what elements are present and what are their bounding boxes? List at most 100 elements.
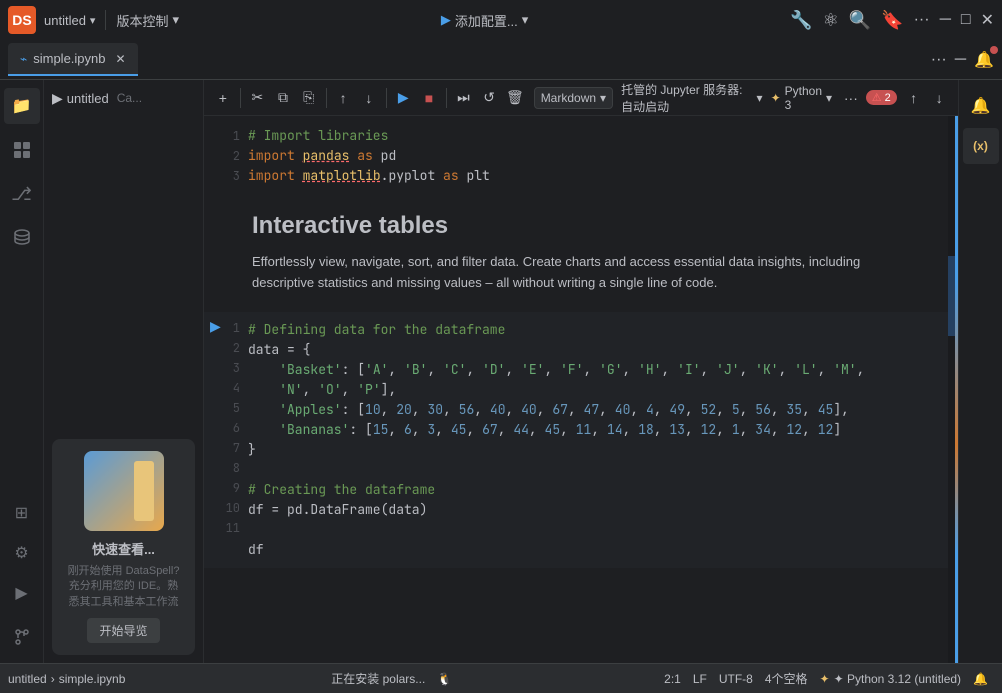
add-cell-button[interactable]: + — [212, 84, 234, 112]
code-line: df — [248, 540, 958, 560]
actbar-terminal-icon[interactable]: ▶ — [4, 575, 40, 611]
move-cell-down-button[interactable]: ↓ — [358, 84, 380, 112]
run-cell-button[interactable]: ▶ — [392, 84, 414, 112]
copy-cell-button[interactable]: ⧉ — [272, 84, 294, 112]
promo-button[interactable]: 开始导览 — [87, 618, 159, 643]
statusbar-installing[interactable]: 正在安装 polars... — [325, 670, 431, 687]
breadcrumb-sep: › — [51, 672, 55, 686]
python-kernel-select[interactable]: ✦ Python 3 ▾ — [771, 84, 832, 112]
cell-type-arrow: ▾ — [600, 91, 606, 105]
close-button[interactable]: ✕ — [981, 10, 994, 30]
statusbar-installing-text: 正在安装 polars... — [331, 670, 425, 687]
move-cell-up-button[interactable]: ↑ — [332, 84, 354, 112]
paste-cell-button[interactable]: ⎘ — [298, 84, 320, 112]
tab-bell-icon[interactable]: 🔔 — [974, 50, 994, 70]
statusbar-breadcrumb[interactable]: untitled › simple.ipynb — [8, 672, 125, 686]
tab-more-icon[interactable]: ··· — [931, 51, 947, 69]
md-paragraph: Effortlessly view, navigate, sort, and f… — [252, 252, 910, 294]
promo-title: 快速查看... — [92, 539, 155, 558]
interrupt-button[interactable]: ■ — [418, 84, 440, 112]
nav-down-button[interactable]: ↓ — [928, 84, 950, 112]
code-keyword: import — [248, 167, 295, 184]
minimap-area — [948, 116, 958, 663]
bookmark-icon[interactable]: 🔖 — [881, 10, 903, 31]
cell-2-gutter: ▶ 1 2 3 4 5 6 7 8 9 10 11 — [206, 316, 248, 564]
code-module: pandas — [303, 147, 350, 164]
actbar-extensions-icon[interactable]: ⊞ — [4, 495, 40, 531]
sidebar-tree — [44, 116, 203, 124]
statusbar-indent[interactable]: 4个空格 — [759, 670, 814, 687]
tab-collapse-icon[interactable]: ─ — [955, 51, 966, 69]
nav-up-button[interactable]: ↑ — [903, 84, 925, 112]
version-control-btn[interactable]: 版本控制 ▾ — [116, 11, 179, 30]
add-config-btn[interactable]: ▶ 添加配置... ▾ — [441, 11, 528, 30]
more-icon[interactable]: ··· — [914, 11, 930, 29]
sidebar-file-tab[interactable]: Ca... — [117, 91, 142, 105]
notebook-content[interactable]: 1 2 3 # Import libraries import pandas a… — [204, 116, 958, 663]
code-cell-2: ▶ 1 2 3 4 5 6 7 8 9 10 11 — [204, 312, 958, 568]
toolbar-sep-3 — [386, 88, 387, 108]
actbar-db-icon[interactable] — [4, 220, 40, 256]
cell-1-gutter: 1 2 3 — [206, 122, 248, 190]
actbar-settings-icon[interactable]: ⚙ — [4, 535, 40, 571]
actbar-project-icon[interactable]: 📁 — [4, 88, 40, 124]
tab-close-icon[interactable]: ✕ — [116, 52, 126, 66]
line-num: 5 — [233, 398, 240, 418]
tab-simple-ipynb[interactable]: ⌁ simple.ipynb ✕ — [8, 43, 138, 76]
jupyter-server-select[interactable]: 托管的 Jupyter 服务器: 自动启动 ▾ — [621, 81, 763, 115]
error-badge[interactable]: ⚠ 2 — [866, 90, 897, 105]
python-label: Python 3 — [785, 84, 822, 112]
code-keyword: as — [357, 147, 373, 164]
statusbar-python[interactable]: ✦ ✦ Python 3.12 (untitled) — [814, 672, 968, 686]
cut-cell-button[interactable]: ✂ — [246, 84, 268, 112]
titlebar-center: ▶ 添加配置... ▾ — [183, 11, 786, 30]
toolbar-sep-2 — [326, 88, 327, 108]
indent-label: 4个空格 — [765, 670, 808, 687]
statusbar-project: untitled — [8, 672, 47, 686]
cell-type-select[interactable]: Markdown ▾ — [534, 87, 613, 109]
run-all-button[interactable]: ⏭ — [453, 84, 475, 112]
statusbar-penguin[interactable]: 🐧 — [431, 672, 458, 686]
project-title-section[interactable]: untitled ▾ — [44, 13, 95, 28]
search-icon[interactable]: 🔍 — [849, 10, 871, 31]
statusbar-cursor[interactable]: 2:1 — [658, 672, 687, 686]
toolbar-sep-4 — [446, 88, 447, 108]
python-arrow: ▾ — [826, 91, 832, 105]
toolbar-icon-2[interactable]: ⚛ — [823, 10, 839, 31]
rp-notifications-icon[interactable]: 🔔 — [963, 88, 999, 124]
statusbar-line-ending[interactable]: LF — [687, 672, 713, 686]
code-string: 'Bananas' — [279, 421, 349, 438]
minimap-viewport — [948, 256, 955, 336]
toolbar-icon-1[interactable]: 🔧 — [790, 10, 812, 31]
run-indicator[interactable]: ▶ — [210, 318, 221, 335]
code-line — [248, 460, 958, 480]
maximize-button[interactable]: □ — [961, 11, 971, 29]
clear-output-button[interactable]: 🗑 — [504, 84, 526, 112]
project-dropdown-icon[interactable]: ▾ — [90, 14, 96, 27]
statusbar-bell[interactable]: 🔔 — [967, 672, 994, 686]
actbar-git-bottom-icon[interactable] — [4, 619, 40, 655]
line-num: 11 — [226, 518, 240, 538]
markdown-cell: Interactive tables Effortlessly view, na… — [204, 196, 958, 310]
statusbar-encoding[interactable]: UTF-8 — [713, 672, 759, 686]
actbar-datascience-icon[interactable] — [4, 132, 40, 168]
promo-text: 刚开始使用 DataSpell? 充分利用您的 IDE。熟悉其工具和基本工作流 — [64, 564, 183, 610]
app-logo: DS — [8, 6, 36, 34]
code-line — [248, 520, 958, 540]
rp-spacer — [963, 168, 999, 655]
code-module: matplotlib — [303, 167, 381, 184]
code-comment: # Defining data for the dataframe — [248, 321, 505, 338]
sidebar-folder-arrow[interactable]: ▶ — [52, 90, 63, 107]
cell-2-content[interactable]: # Defining data for the dataframe data =… — [248, 316, 958, 564]
restart-kernel-button[interactable]: ↺ — [478, 84, 500, 112]
actbar-git-icon[interactable]: ⎇ — [4, 176, 40, 212]
notebook-toolbar: + ✂ ⧉ ⎘ ↑ ↓ ▶ ■ ⏭ ↺ 🗑 Markdown ▾ 托管的 Jup… — [204, 80, 958, 116]
main-area: 📁 ⎇ ⊞ ⚙ ▶ ▶ untitled Ca... 快速查看... 刚开始使用… — [0, 80, 1002, 663]
code-line: # Creating the dataframe — [248, 480, 958, 500]
toolbar-more-button[interactable]: ··· — [840, 84, 862, 112]
minimize-button[interactable]: ─ — [940, 11, 951, 29]
rp-variables-icon[interactable]: (x) — [963, 128, 999, 164]
code-comment: # Creating the dataframe — [248, 481, 435, 498]
python-star-status-icon: ✦ — [820, 672, 830, 686]
code-line: data = { — [248, 340, 958, 360]
